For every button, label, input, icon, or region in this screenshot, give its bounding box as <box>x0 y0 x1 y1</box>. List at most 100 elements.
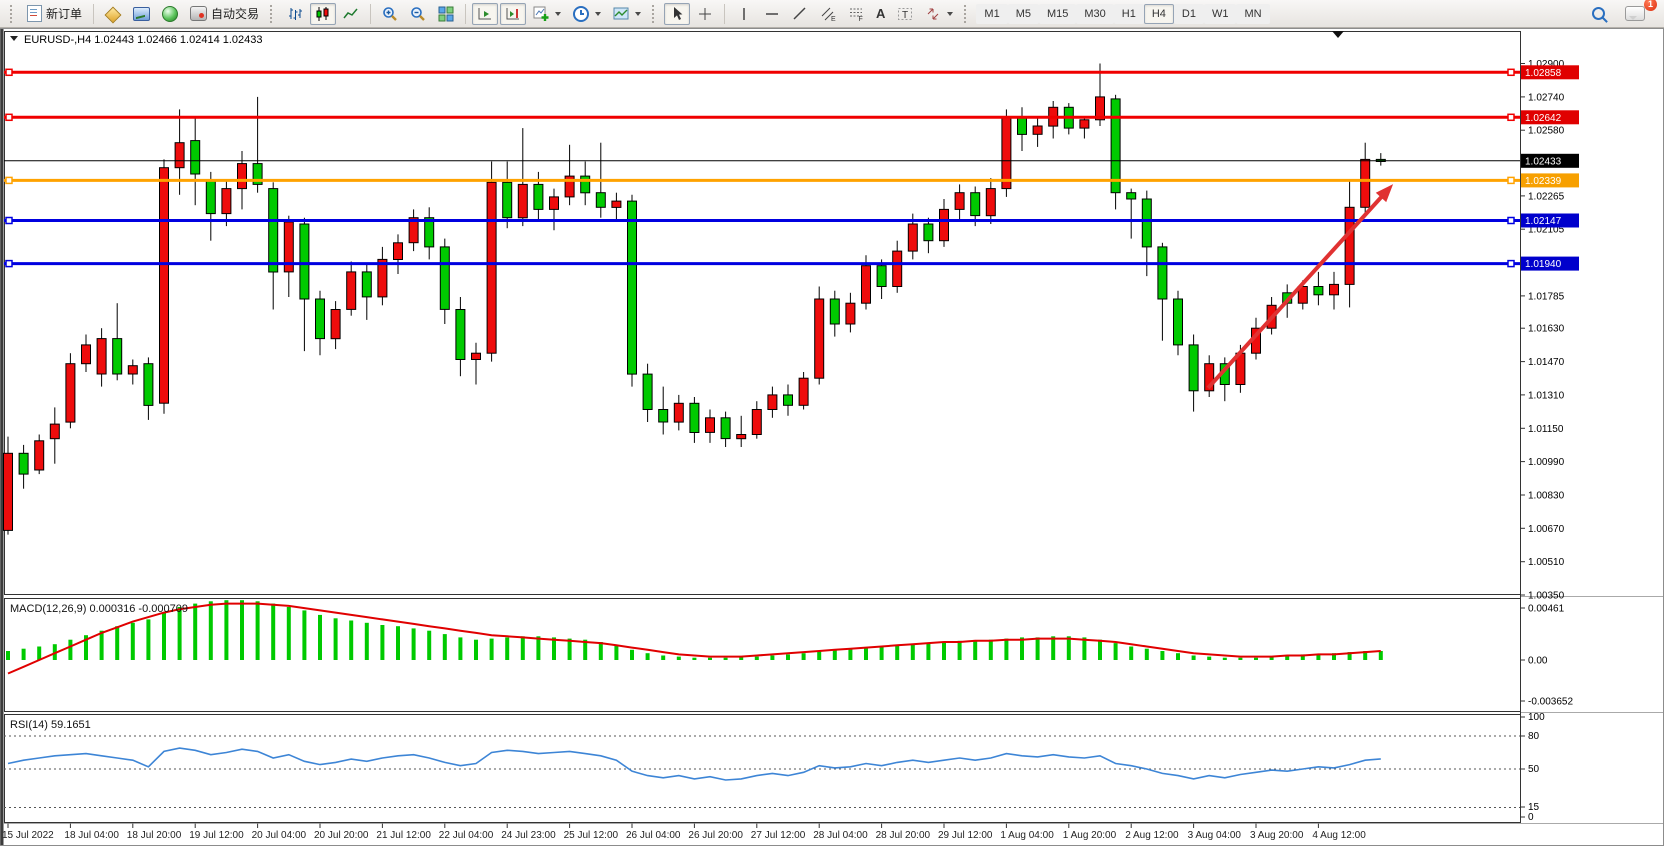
candle <box>1127 193 1136 199</box>
line-handle[interactable] <box>6 69 12 75</box>
candle <box>19 453 28 474</box>
macd-bar <box>334 618 338 660</box>
candle <box>1345 207 1354 284</box>
candle <box>1314 287 1323 295</box>
price-tick-label: 1.01150 <box>1528 424 1564 435</box>
news-button[interactable] <box>157 3 183 25</box>
timeframe-h4[interactable]: H4 <box>1144 4 1174 24</box>
line-handle[interactable] <box>6 261 12 267</box>
time-tick-label: 21 Jul 12:00 <box>376 830 431 841</box>
macd-bar <box>848 649 852 660</box>
candle <box>706 418 715 433</box>
macd-bar <box>162 613 166 660</box>
price-tick-label: 1.02580 <box>1528 126 1565 137</box>
candle <box>1080 120 1089 128</box>
line-handle[interactable] <box>6 114 12 120</box>
separator <box>93 4 94 24</box>
candle <box>550 197 559 210</box>
auto-scroll-button[interactable] <box>472 3 498 25</box>
line-handle[interactable] <box>1508 114 1514 120</box>
timeframe-m30[interactable]: M30 <box>1076 4 1113 24</box>
candle <box>737 435 746 439</box>
market-watch-button[interactable] <box>128 3 155 25</box>
macd-bar <box>412 628 416 660</box>
timeframe-mn[interactable]: MN <box>1236 4 1269 24</box>
profiles-button[interactable] <box>100 3 126 25</box>
tile-windows-button[interactable] <box>433 3 459 25</box>
macd-label: MACD(12,26,9) 0.000316 -0.000709 <box>10 603 188 615</box>
fibonacci-button[interactable]: F <box>843 3 869 25</box>
candle <box>534 184 543 209</box>
timeframe-m5[interactable]: M5 <box>1008 4 1039 24</box>
price-badge-label: 1.02339 <box>1525 176 1562 187</box>
channel-icon: E <box>820 6 836 22</box>
candle <box>4 453 13 530</box>
timeframe-m1[interactable]: M1 <box>976 4 1007 24</box>
periods-button[interactable] <box>568 3 606 25</box>
macd-bar <box>599 642 603 660</box>
macd-bar <box>1098 640 1102 660</box>
candle <box>1189 345 1198 391</box>
candle <box>316 299 325 339</box>
new-chart-button[interactable] <box>528 3 566 25</box>
macd-bar <box>349 621 353 661</box>
candle <box>830 299 839 324</box>
price-tick-label: 1.00990 <box>1528 457 1565 468</box>
macd-bar <box>958 641 962 660</box>
candle <box>191 141 200 174</box>
timeframe-h1[interactable]: H1 <box>1114 4 1144 24</box>
line-handle[interactable] <box>1508 69 1514 75</box>
auto-trading-button[interactable]: 自动交易 <box>185 3 264 25</box>
chart-shift-button[interactable] <box>500 3 526 25</box>
macd-bar <box>458 637 462 660</box>
candle <box>581 176 590 193</box>
search-button[interactable] <box>1587 3 1610 25</box>
candle <box>628 201 637 374</box>
macd-bar <box>22 649 26 660</box>
timeframe-group: M1M5M15M30H1H4D1W1MN <box>976 4 1269 24</box>
new-order-button[interactable]: 新订单 <box>22 3 87 25</box>
zoom-in-button[interactable] <box>377 3 403 25</box>
macd-bar <box>911 644 915 660</box>
horizontal-line-icon <box>764 6 780 22</box>
toolbar-grip[interactable] <box>270 5 276 23</box>
candle <box>82 345 91 364</box>
tile-windows-icon <box>438 6 454 22</box>
line-handle[interactable] <box>1508 218 1514 224</box>
timeframe-m15[interactable]: M15 <box>1039 4 1076 24</box>
line-handle[interactable] <box>1508 261 1514 267</box>
horizontal-line-button[interactable] <box>759 3 785 25</box>
toolbar-grip[interactable] <box>652 5 658 23</box>
timeframe-w1[interactable]: W1 <box>1204 4 1237 24</box>
equidistant-channel-button[interactable]: E <box>815 3 841 25</box>
macd-bar <box>833 650 837 660</box>
crosshair-button[interactable] <box>692 3 718 25</box>
zoom-out-button[interactable] <box>405 3 431 25</box>
line-chart-button[interactable] <box>338 3 364 25</box>
macd-bar <box>490 639 494 660</box>
line-handle[interactable] <box>6 177 12 183</box>
toolbar-grip[interactable] <box>10 5 16 23</box>
text-button[interactable]: A <box>871 3 890 25</box>
price-chart[interactable]: 1.029001.027401.025801.022651.021051.017… <box>0 28 1664 847</box>
rsi-panel[interactable] <box>5 715 1521 823</box>
bar-chart-button[interactable] <box>282 3 308 25</box>
cursor-button[interactable] <box>664 3 690 25</box>
toolbar-grip[interactable] <box>964 5 970 23</box>
price-badge-label: 1.01940 <box>1525 259 1562 270</box>
templates-button[interactable] <box>608 3 646 25</box>
vertical-line-button[interactable] <box>731 3 757 25</box>
candle <box>1018 118 1027 135</box>
line-handle[interactable] <box>1508 177 1514 183</box>
notifications-button[interactable]: 1 <box>1620 3 1650 25</box>
candle <box>456 310 465 360</box>
trendline-button[interactable] <box>787 3 813 25</box>
text-label-button[interactable]: T <box>892 3 918 25</box>
arrows-tool-button[interactable] <box>920 3 958 25</box>
candle <box>113 339 122 374</box>
candlestick-chart-button[interactable] <box>310 3 336 25</box>
line-handle[interactable] <box>6 218 12 224</box>
cursor-arrow-icon <box>669 6 685 22</box>
timeframe-d1[interactable]: D1 <box>1174 4 1204 24</box>
chart-window[interactable]: 1.029001.027401.025801.022651.021051.017… <box>0 28 1664 852</box>
